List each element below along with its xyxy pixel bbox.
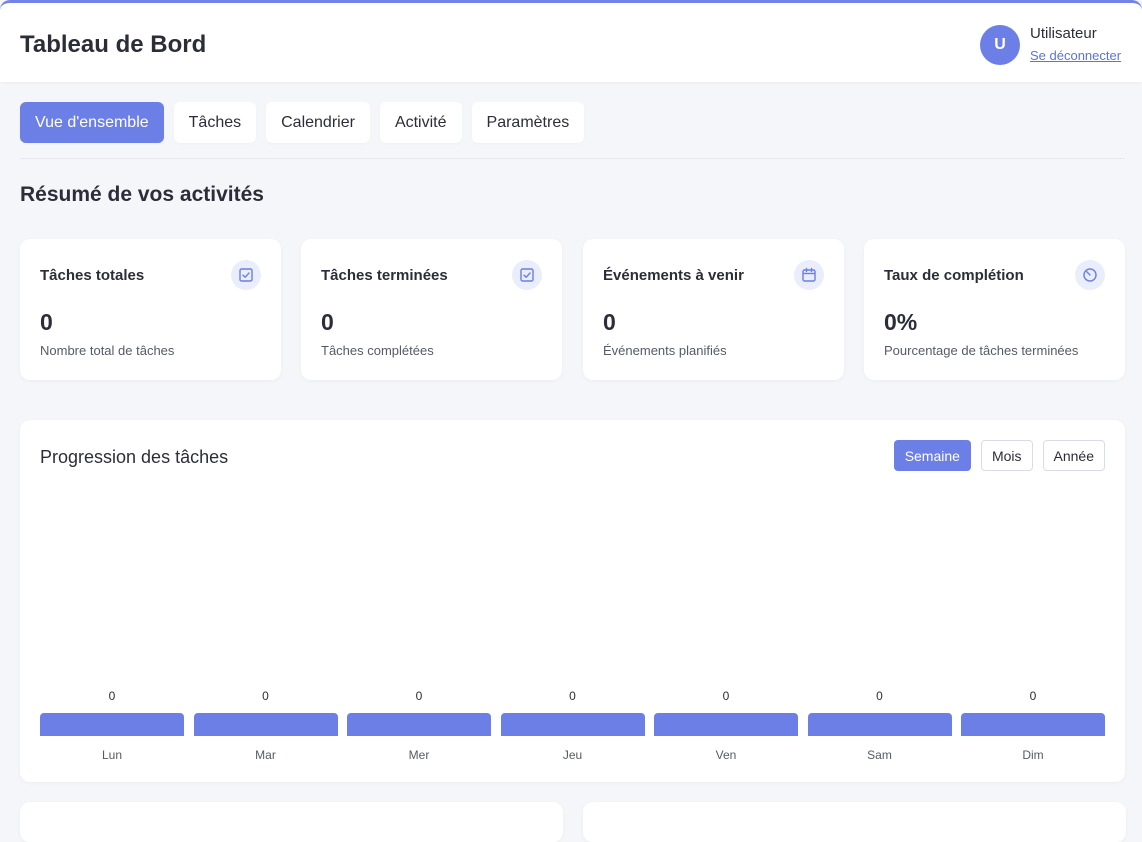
stat-card-completed-tasks: Tâches terminées 0 Tâches complétées <box>301 239 562 380</box>
x-tick-label: Lun <box>101 748 123 762</box>
tab-calendar[interactable]: Calendrier <box>266 102 370 143</box>
stat-description: Tâches complétées <box>321 343 434 358</box>
bar-value-label: 0 <box>876 689 883 703</box>
stat-value: 0 <box>603 309 616 335</box>
x-tick-label: Mer <box>408 748 430 762</box>
x-tick-label: Dim <box>1022 748 1044 762</box>
gauge-icon <box>1075 260 1105 290</box>
bar-value-label: 0 <box>108 689 116 703</box>
bar <box>40 713 184 736</box>
bar <box>193 713 338 736</box>
user-name: Utilisateur <box>1030 25 1097 42</box>
logout-link[interactable]: Se déconnecter <box>1030 48 1121 63</box>
stat-card-upcoming-events: Événements à venir 0 Événements planifié… <box>583 239 844 380</box>
bar-group: 0 Mer <box>347 675 491 775</box>
bar <box>654 713 798 736</box>
summary-title: Résumé de vos activités <box>20 183 264 206</box>
tab-activity[interactable]: Activité <box>379 102 462 143</box>
task-check-icon <box>512 260 542 290</box>
stat-value: 0 <box>40 309 53 335</box>
bar-value-label: 0 <box>722 689 730 703</box>
period-week-button[interactable]: Semaine <box>893 440 971 471</box>
x-tick-label: Jeu <box>562 748 583 762</box>
stat-description: Événements planifiés <box>603 343 727 358</box>
stat-label: Tâches totales <box>40 267 145 284</box>
stat-label: Événements à venir <box>603 267 744 284</box>
app-title: Tableau de Bord <box>20 31 207 58</box>
bar-value-label: 0 <box>415 689 423 703</box>
bar-group: 0 Dim <box>961 675 1105 775</box>
x-tick-label: Mar <box>255 748 276 762</box>
stat-card-total-tasks: Tâches totales 0 Nombre total de tâches <box>20 239 281 380</box>
calendar-icon <box>794 260 824 290</box>
bar-group: 0 Jeu <box>500 675 645 775</box>
bar <box>347 713 491 736</box>
x-tick-label: Sam <box>867 748 892 762</box>
chart-title: Progression des tâches <box>40 447 229 467</box>
stat-description: Pourcentage de tâches terminées <box>884 343 1079 358</box>
bar-group: 0 Ven <box>654 675 798 775</box>
bar-chart: 0 Lun 0 Mar 0 Mer 0 Jeu 0 Ven 0 Sam 0 Dim <box>40 675 1105 775</box>
bottom-card-left <box>20 802 563 842</box>
stat-card-completion-rate: Taux de complétion 0% Pourcentage de tâc… <box>864 239 1125 380</box>
bar-group: 0 Sam <box>807 675 952 775</box>
stat-value: 0 <box>321 309 334 335</box>
bar <box>961 713 1105 736</box>
period-month-button[interactable]: Mois <box>980 440 1033 471</box>
stat-label: Taux de complétion <box>884 267 1024 284</box>
period-selector: Semaine Mois Année <box>893 440 1105 471</box>
bar-group: 0 Mar <box>193 675 338 775</box>
bar-value-label: 0 <box>1029 689 1037 703</box>
main-tabs: Vue d'ensemble Tâches Calendrier Activit… <box>20 102 585 143</box>
stat-label: Tâches terminées <box>321 267 448 284</box>
bottom-card-right <box>583 802 1126 842</box>
app-header: Tableau de Bord U Utilisateur Se déconne… <box>0 0 1142 82</box>
tabs-divider <box>20 158 1125 159</box>
period-year-button[interactable]: Année <box>1042 440 1105 471</box>
stat-value: 0% <box>884 309 918 335</box>
bar <box>807 713 952 736</box>
bar-value-label: 0 <box>262 689 269 703</box>
x-tick-label: Ven <box>715 748 737 762</box>
user-avatar[interactable]: U <box>980 25 1020 65</box>
tab-settings[interactable]: Paramètres <box>471 102 585 143</box>
bar-value-label: 0 <box>569 689 576 703</box>
bar <box>500 713 645 736</box>
task-check-icon <box>231 260 261 290</box>
task-progress-card: Progression des tâches Semaine Mois Anné… <box>20 420 1125 782</box>
stat-description: Nombre total de tâches <box>40 343 175 358</box>
bar-group: 0 Lun <box>40 675 184 775</box>
tab-overview[interactable]: Vue d'ensemble <box>20 102 164 143</box>
tab-tasks[interactable]: Tâches <box>173 102 257 143</box>
